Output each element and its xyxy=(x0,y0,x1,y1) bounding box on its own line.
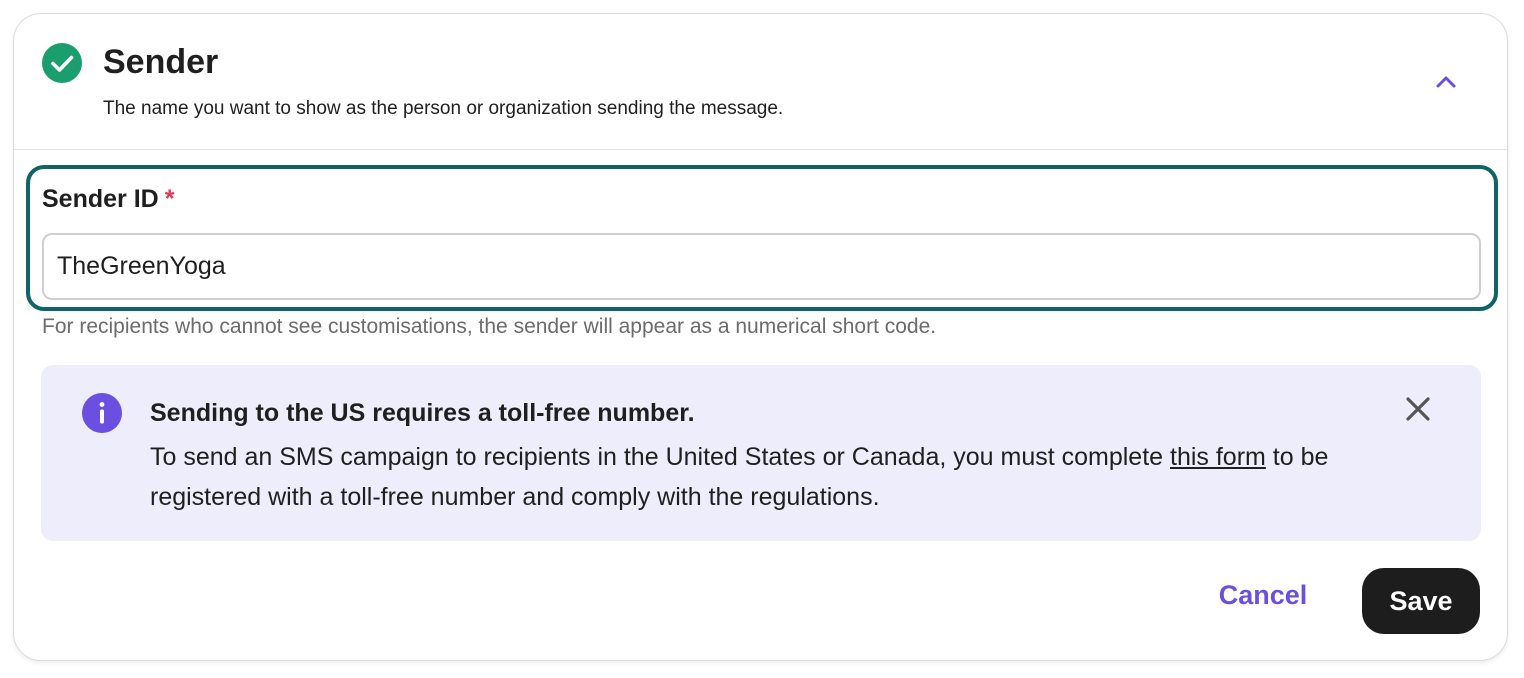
sender-section-header: Sender The name you want to show as the … xyxy=(14,14,1507,150)
info-icon xyxy=(82,393,122,433)
sender-id-help-text: For recipients who cannot see customisat… xyxy=(42,315,937,338)
info-banner-text-before: To send an SMS campaign to recipients in… xyxy=(150,443,1170,471)
section-subtitle: The name you want to show as the person … xyxy=(103,98,784,119)
sender-id-input[interactable] xyxy=(42,233,1481,300)
collapse-section-button[interactable] xyxy=(1424,66,1468,102)
sender-id-field-group: Sender ID * xyxy=(26,165,1498,311)
sender-settings-card: Sender The name you want to show as the … xyxy=(13,13,1508,661)
save-button[interactable]: Save xyxy=(1362,568,1480,634)
close-icon xyxy=(1405,396,1431,427)
info-banner-title: Sending to the US requires a toll-free n… xyxy=(150,399,695,427)
info-banner-body: To send an SMS campaign to recipients in… xyxy=(150,437,1350,517)
section-title: Sender xyxy=(103,43,219,81)
sender-id-label-text: Sender ID xyxy=(42,185,159,213)
toll-free-info-banner: Sending to the US requires a toll-free n… xyxy=(41,365,1481,541)
cancel-button[interactable]: Cancel xyxy=(1195,567,1331,623)
required-marker: * xyxy=(164,185,175,213)
dismiss-banner-button[interactable] xyxy=(1402,395,1434,427)
chevron-up-icon xyxy=(1435,75,1457,94)
registration-form-link[interactable]: this form xyxy=(1170,443,1266,471)
check-circle-icon xyxy=(42,43,82,83)
sender-id-label: Sender ID * xyxy=(42,183,174,215)
